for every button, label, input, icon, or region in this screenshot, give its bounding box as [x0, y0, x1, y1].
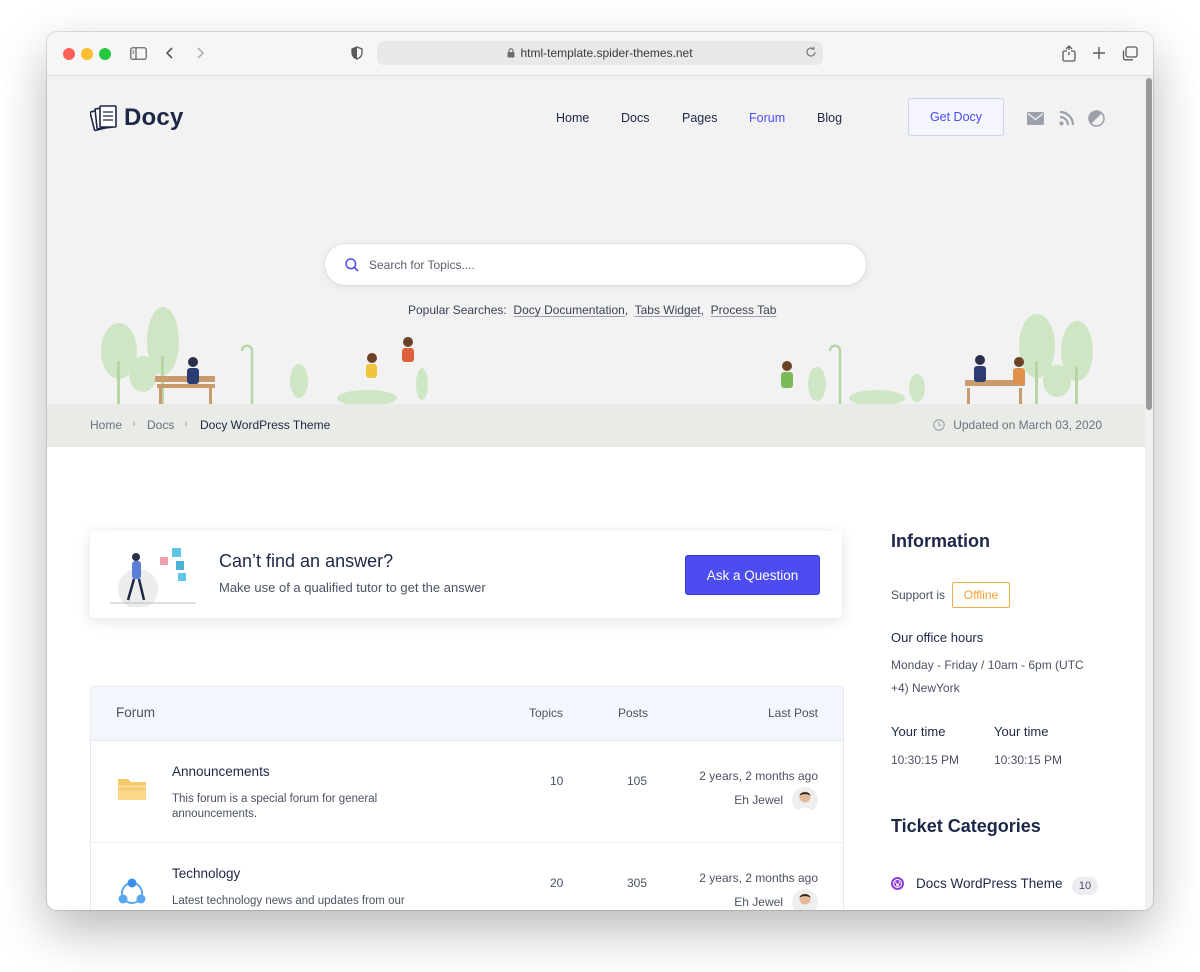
office-hours-heading: Our office hours [891, 630, 984, 645]
updated-date: Updated on March 03, 2020 [953, 418, 1102, 432]
nav-blog[interactable]: Blog [817, 111, 842, 125]
breadcrumb-docs[interactable]: Docs [147, 418, 174, 432]
browser-window: html-template.spider-themes.net Docy Hom… [47, 32, 1153, 910]
topics-count: 10 [550, 774, 564, 788]
nav-home[interactable]: Home [556, 111, 589, 125]
clock-icon [933, 419, 945, 431]
column-forum: Forum [116, 705, 156, 720]
information-heading: Information [891, 531, 990, 551]
tab-overview-icon[interactable] [1120, 43, 1140, 63]
nav-pages[interactable]: Pages [682, 111, 717, 125]
forum-description: Latest technology news and updates from … [172, 895, 405, 907]
folder-icon [118, 779, 146, 800]
topics-count: 20 [550, 876, 564, 890]
site-logo[interactable]: Docy [90, 104, 184, 132]
logo-text: Docy [124, 104, 184, 131]
chevron-right-icon: › [132, 418, 136, 430]
avatar[interactable] [792, 889, 818, 910]
support-label: Support is [891, 588, 946, 602]
forum-table-header: Forum Topics Posts Last Post [91, 687, 843, 741]
cta-subtitle: Make use of a qualified tutor to get the… [219, 580, 486, 595]
posts-count: 305 [627, 876, 648, 890]
ask-question-button[interactable]: Ask a Question [685, 555, 820, 595]
privacy-shield-icon[interactable] [347, 43, 367, 63]
new-tab-icon[interactable] [1089, 43, 1109, 63]
ticket-category-count: 10 [1072, 877, 1098, 895]
minimize-window-button[interactable] [81, 48, 93, 60]
posts-count: 105 [627, 774, 648, 788]
mail-icon[interactable] [1026, 109, 1044, 127]
share-icon[interactable] [1059, 43, 1079, 63]
sidebar-toggle-icon[interactable] [128, 43, 148, 63]
browser-toolbar: html-template.spider-themes.net [47, 32, 1153, 76]
search-bar[interactable] [324, 243, 867, 286]
hero-section: Docy Home Docs Pages Forum Blog Get Docy [47, 76, 1145, 447]
page-content: Docy Home Docs Pages Forum Blog Get Docy [47, 76, 1145, 910]
zoom-window-button[interactable] [99, 48, 111, 60]
nav-docs[interactable]: Docs [621, 111, 649, 125]
wordpress-icon [891, 877, 904, 890]
ask-question-card: Can’t find an answer? Make use of a qual… [90, 531, 842, 618]
ticket-category-item[interactable]: Docs WordPress Theme [891, 876, 1063, 891]
last-post-time[interactable]: 2 years, 2 months ago [699, 769, 818, 783]
last-post-time[interactable]: 2 years, 2 months ago [699, 871, 818, 885]
breadcrumb-current: Docy WordPress Theme [200, 418, 331, 432]
forum-row[interactable]: Announcements This forum is a special fo… [91, 740, 843, 843]
your-time-label: Your time [891, 724, 946, 739]
ask-illustration [110, 548, 196, 607]
forum-description: This forum is a special forum for genera… [172, 793, 378, 820]
url-text: html-template.spider-themes.net [520, 46, 693, 60]
support-status-badge: Offline [952, 582, 1010, 608]
park-illustration [101, 307, 1093, 406]
column-posts: Posts [618, 706, 649, 720]
ticket-categories-heading: Ticket Categories [891, 816, 1041, 836]
forum-title-technology[interactable]: Technology [172, 866, 240, 881]
office-hours-line-2: +4) NewYork [891, 681, 960, 695]
forward-icon[interactable] [190, 43, 210, 63]
breadcrumb: Home › Docs › Docy WordPress Theme Updat… [47, 404, 1145, 447]
updated-info: Updated on March 03, 2020 [933, 418, 1102, 432]
column-topics: Topics [529, 706, 564, 720]
address-bar[interactable]: html-template.spider-themes.net [377, 41, 823, 65]
last-post-author[interactable]: Eh Jewel [734, 793, 783, 807]
chevron-right-icon: › [184, 418, 188, 430]
column-last-post: Last Post [767, 706, 818, 720]
your-time-value: 10:30:15 PM [891, 753, 960, 767]
your-time-label: Your time [994, 724, 1049, 739]
avatar[interactable] [792, 787, 818, 813]
nav-forum[interactable]: Forum [749, 111, 785, 125]
close-window-button[interactable] [63, 48, 75, 60]
office-hours-line-1: Monday - Friday / 10am - 6pm (UTC [891, 658, 1084, 672]
forum-table: Forum Topics Posts Last Post Announcemen… [90, 686, 844, 910]
back-icon[interactable] [160, 43, 180, 63]
search-icon [345, 257, 359, 272]
reload-icon[interactable] [805, 46, 817, 58]
forum-row[interactable]: Technology Latest technology news and up… [91, 842, 843, 910]
forum-title-announcements[interactable]: Announcements [172, 764, 270, 779]
ticket-category-label[interactable]: Docs WordPress Theme [916, 876, 1063, 891]
rss-icon[interactable] [1058, 109, 1076, 127]
docs-logo-icon [90, 105, 117, 132]
page-scrollbar[interactable] [1145, 76, 1153, 910]
breadcrumb-home[interactable]: Home [90, 418, 122, 432]
lock-icon [507, 48, 515, 58]
search-input[interactable] [367, 256, 841, 273]
scrollbar-thumb[interactable] [1146, 78, 1152, 410]
your-time-value: 10:30:15 PM [994, 753, 1063, 767]
last-post-author[interactable]: Eh Jewel [734, 895, 783, 909]
network-icon [118, 878, 146, 904]
get-docy-button[interactable]: Get Docy [908, 98, 1004, 136]
cta-title: Can’t find an answer? [219, 551, 394, 571]
dark-mode-toggle-icon[interactable] [1087, 109, 1105, 127]
